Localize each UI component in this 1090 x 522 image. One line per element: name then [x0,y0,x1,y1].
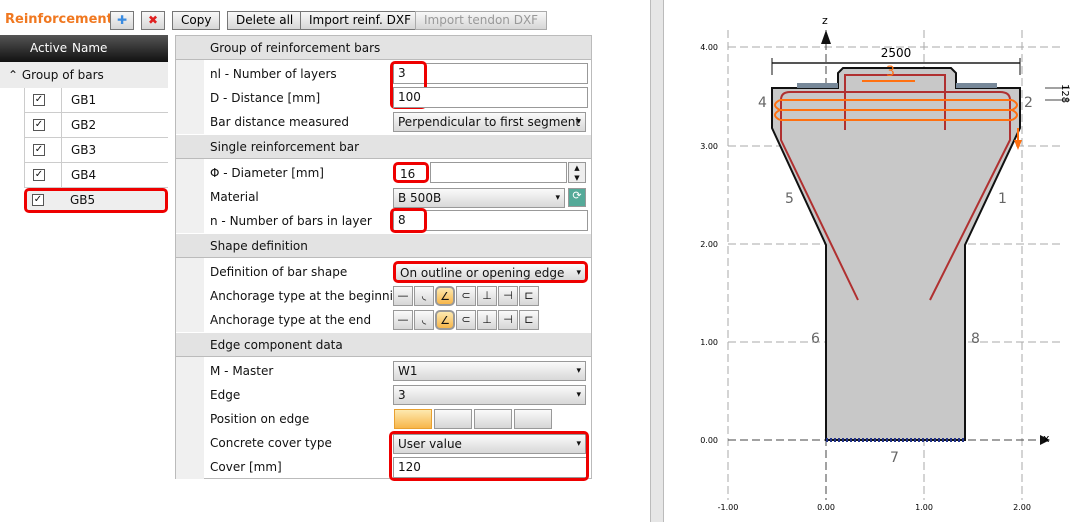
y-tick: 4.00 [700,43,718,52]
y-tick: 3.00 [700,142,718,151]
y-tick: 0.00 [700,436,718,445]
edge-label: 8 [971,331,980,347]
edge-label: 6 [811,331,820,347]
y-tick: 2.00 [700,240,718,249]
x-tick: 2.00 [1013,503,1031,512]
y-tick: 1.00 [700,338,718,347]
edge-label: 7 [890,450,899,466]
x-tick: 1.00 [915,503,933,512]
axis-z-label: z [822,14,828,27]
axis-x-label: x [1043,432,1050,445]
edge-label: 4 [758,95,767,111]
x-tick: -1.00 [718,503,739,512]
edge-label: 1 [998,191,1007,207]
edge-label: 5 [785,191,794,207]
dimension-width: 2500 [881,46,912,60]
cross-section [771,67,1021,441]
edge-label: 2 [1024,95,1033,111]
dimension-side: 128 [1059,84,1070,103]
x-tick: 0.00 [817,503,835,512]
section-drawing: z x 4.00 3.00 2.00 1.00 0.00 -1.00 0.00 … [700,14,1070,512]
edge-label: 3 [886,64,895,80]
